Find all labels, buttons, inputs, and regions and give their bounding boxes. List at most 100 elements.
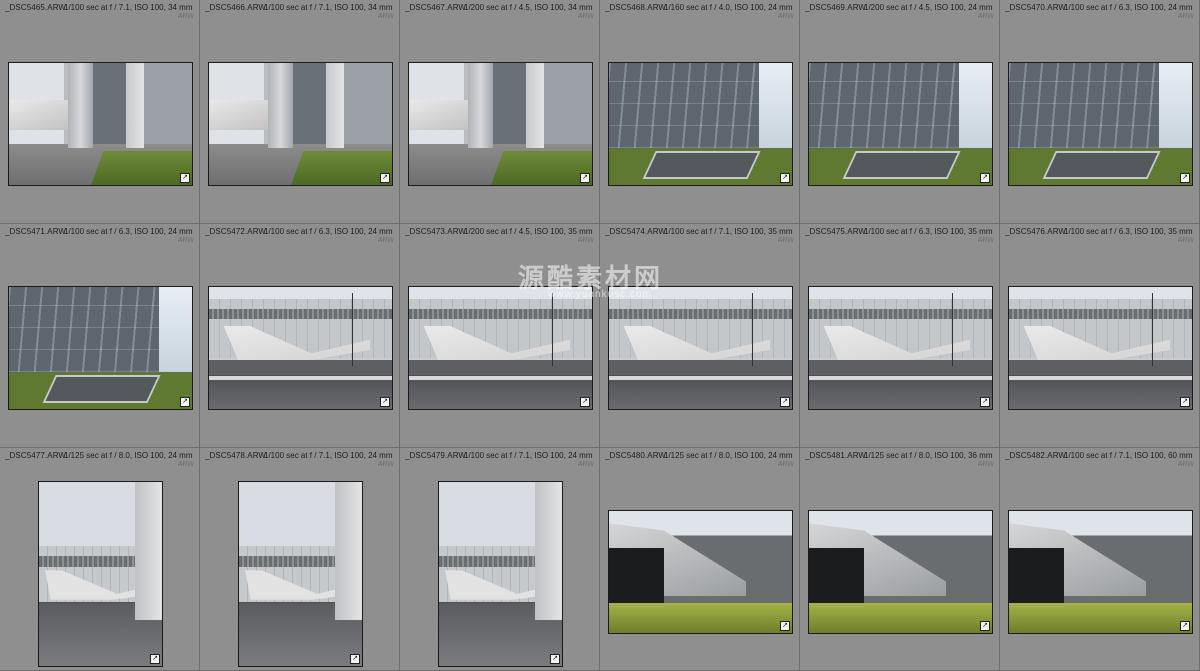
file-name: _DSC5471.ARW bbox=[5, 227, 67, 236]
exposure-meta: 1/100 sec at f / 6.3, ISO 100, 24 mm (FE… bbox=[264, 227, 395, 236]
thumbnail-cell[interactable]: _DSC5472.ARW 1/100 sec at f / 6.3, ISO 10… bbox=[200, 224, 400, 448]
file-type: ARW bbox=[177, 237, 194, 244]
thumbnail-cell[interactable]: _DSC5477.ARW 1/125 sec at f / 8.0, ISO 10… bbox=[0, 448, 200, 671]
file-type: ARW bbox=[177, 461, 194, 468]
exposure-meta: 1/100 sec at f / 7.1, ISO 100, 60 mm (FE… bbox=[1064, 451, 1195, 460]
exposure-meta: 1/100 sec at f / 6.3, ISO 100, 35 mm (FE… bbox=[864, 227, 995, 236]
photo-thumbnail[interactable]: ↗ bbox=[1008, 510, 1193, 634]
edit-badge-icon[interactable]: ↗ bbox=[780, 173, 790, 183]
photo-shape bbox=[751, 293, 753, 367]
edit-badge-icon[interactable]: ↗ bbox=[580, 173, 590, 183]
photo-thumbnail[interactable]: ↗ bbox=[208, 286, 393, 410]
photo-shape bbox=[409, 376, 592, 380]
exposure-meta: 1/125 sec at f / 8.0, ISO 100, 24 mm (FE… bbox=[64, 451, 195, 460]
photo-shape bbox=[409, 374, 592, 409]
photo-shape bbox=[959, 63, 992, 149]
edit-badge-icon[interactable]: ↗ bbox=[980, 173, 990, 183]
file-type: ARW bbox=[377, 13, 394, 20]
file-name: _DSC5467.ARW bbox=[405, 3, 467, 12]
photo-thumbnail[interactable]: ↗ bbox=[408, 286, 593, 410]
thumbnail-cell[interactable]: _DSC5482.ARW 1/100 sec at f / 7.1, ISO 10… bbox=[1000, 448, 1200, 671]
photo-shape bbox=[1009, 376, 1192, 380]
file-type: ARW bbox=[777, 461, 794, 468]
photo-thumbnail[interactable]: ↗ bbox=[408, 62, 593, 186]
thumbnail-cell[interactable]: _DSC5468.ARW 1/160 sec at f / 4.0, ISO 10… bbox=[600, 0, 800, 224]
photo-thumbnail[interactable]: ↗ bbox=[8, 62, 193, 186]
thumbnail-cell[interactable]: _DSC5480.ARW 1/125 sec at f / 8.0, ISO 10… bbox=[600, 448, 800, 671]
photo-thumbnail[interactable]: ↗ bbox=[1008, 286, 1193, 410]
photo-thumbnail[interactable]: ↗ bbox=[1008, 62, 1193, 186]
exposure-meta: 1/100 sec at f / 6.3, ISO 100, 24 mm (FE… bbox=[1064, 3, 1195, 12]
file-type: ARW bbox=[577, 13, 594, 20]
file-type: ARW bbox=[977, 461, 994, 468]
photo-thumbnail[interactable]: ↗ bbox=[238, 481, 363, 667]
watermark-url: www.yuankusc.com bbox=[548, 289, 652, 300]
photo-shape bbox=[1151, 293, 1153, 367]
photo-thumbnail[interactable]: ↗ bbox=[8, 286, 193, 410]
photo-thumbnail[interactable]: ↗ bbox=[608, 510, 793, 634]
file-name: _DSC5468.ARW bbox=[605, 3, 667, 12]
exposure-meta: 1/100 sec at f / 7.1, ISO 100, 24 mm (FE… bbox=[264, 451, 395, 460]
edit-badge-icon[interactable]: ↗ bbox=[780, 621, 790, 631]
exposure-meta: 1/200 sec at f / 4.5, ISO 100, 24 mm (FE… bbox=[864, 3, 995, 12]
edit-badge-icon[interactable]: ↗ bbox=[180, 397, 190, 407]
thumbnail-cell[interactable]: _DSC5476.ARW 1/100 sec at f / 6.3, ISO 10… bbox=[1000, 224, 1200, 448]
exposure-meta: 1/100 sec at f / 7.1, ISO 100, 34 mm (FE… bbox=[64, 3, 195, 12]
thumbnail-cell[interactable]: _DSC5471.ARW 1/100 sec at f / 6.3, ISO 10… bbox=[0, 224, 200, 448]
edit-badge-icon[interactable]: ↗ bbox=[180, 173, 190, 183]
edit-badge-icon[interactable]: ↗ bbox=[1180, 173, 1190, 183]
photo-thumbnail[interactable]: ↗ bbox=[808, 62, 993, 186]
photo-shape bbox=[67, 63, 94, 149]
exposure-meta: 1/160 sec at f / 4.0, ISO 100, 24 mm (FE… bbox=[664, 3, 795, 12]
edit-badge-icon[interactable]: ↗ bbox=[980, 397, 990, 407]
thumbnail-cell[interactable]: _DSC5467.ARW 1/200 sec at f / 4.5, ISO 10… bbox=[400, 0, 600, 224]
photo-shape bbox=[42, 374, 161, 403]
exposure-meta: 1/200 sec at f / 4.5, ISO 100, 35 mm (FE… bbox=[464, 227, 595, 236]
edit-badge-icon[interactable]: ↗ bbox=[1180, 621, 1190, 631]
photo-thumbnail[interactable]: ↗ bbox=[208, 62, 393, 186]
photo-shape bbox=[209, 376, 392, 380]
exposure-meta: 1/125 sec at f / 8.0, ISO 100, 24 mm (FE… bbox=[664, 451, 795, 460]
thumbnail-cell[interactable]: _DSC5481.ARW 1/125 sec at f / 8.0, ISO 10… bbox=[800, 448, 1000, 671]
edit-badge-icon[interactable]: ↗ bbox=[980, 621, 990, 631]
photo-shape bbox=[609, 308, 792, 319]
file-type: ARW bbox=[577, 461, 594, 468]
photo-thumbnail[interactable]: ↗ bbox=[438, 481, 563, 667]
photo-shape bbox=[126, 63, 145, 149]
edit-badge-icon[interactable]: ↗ bbox=[380, 397, 390, 407]
thumbnail-cell[interactable]: _DSC5478.ARW 1/100 sec at f / 7.1, ISO 10… bbox=[200, 448, 400, 671]
edit-badge-icon[interactable]: ↗ bbox=[1180, 397, 1190, 407]
photo-thumbnail[interactable]: ↗ bbox=[38, 481, 163, 667]
photo-shape bbox=[209, 99, 268, 131]
photo-shape bbox=[642, 150, 761, 179]
photo-shape bbox=[809, 374, 992, 409]
photo-thumbnail[interactable]: ↗ bbox=[608, 62, 793, 186]
edit-badge-icon[interactable]: ↗ bbox=[550, 654, 560, 664]
photo-thumbnail[interactable]: ↗ bbox=[808, 510, 993, 634]
photo-thumbnail[interactable]: ↗ bbox=[808, 286, 993, 410]
edit-badge-icon[interactable]: ↗ bbox=[150, 654, 160, 664]
edit-badge-icon[interactable]: ↗ bbox=[350, 654, 360, 664]
thumbnail-cell[interactable]: _DSC5466.ARW 1/100 sec at f / 7.1, ISO 10… bbox=[200, 0, 400, 224]
edit-badge-icon[interactable]: ↗ bbox=[780, 397, 790, 407]
photo-shape bbox=[267, 63, 294, 149]
edit-badge-icon[interactable]: ↗ bbox=[380, 173, 390, 183]
photo-shape bbox=[809, 376, 992, 380]
photo-shape bbox=[409, 99, 468, 131]
photo-shape bbox=[1159, 63, 1192, 149]
thumbnail-cell[interactable]: _DSC5470.ARW 1/100 sec at f / 6.3, ISO 10… bbox=[1000, 0, 1200, 224]
photo-thumbnail[interactable]: ↗ bbox=[608, 286, 793, 410]
photo-shape bbox=[609, 602, 792, 633]
file-name: _DSC5475.ARW bbox=[805, 227, 867, 236]
photo-shape bbox=[491, 150, 592, 185]
thumbnail-cell[interactable]: _DSC5479.ARW 1/100 sec at f / 7.1, ISO 10… bbox=[400, 448, 600, 671]
edit-badge-icon[interactable]: ↗ bbox=[580, 397, 590, 407]
thumbnail-cell[interactable]: _DSC5475.ARW 1/100 sec at f / 6.3, ISO 10… bbox=[800, 224, 1000, 448]
file-name: _DSC5476.ARW bbox=[1005, 227, 1067, 236]
thumbnail-cell[interactable]: _DSC5465.ARW 1/100 sec at f / 7.1, ISO 10… bbox=[0, 0, 200, 224]
photo-shape bbox=[1009, 374, 1192, 409]
file-name: _DSC5470.ARW bbox=[1005, 3, 1067, 12]
file-type: ARW bbox=[777, 237, 794, 244]
thumbnail-cell[interactable]: _DSC5469.ARW 1/200 sec at f / 4.5, ISO 10… bbox=[800, 0, 1000, 224]
exposure-meta: 1/100 sec at f / 6.3, ISO 100, 35 mm (FE… bbox=[1064, 227, 1195, 236]
